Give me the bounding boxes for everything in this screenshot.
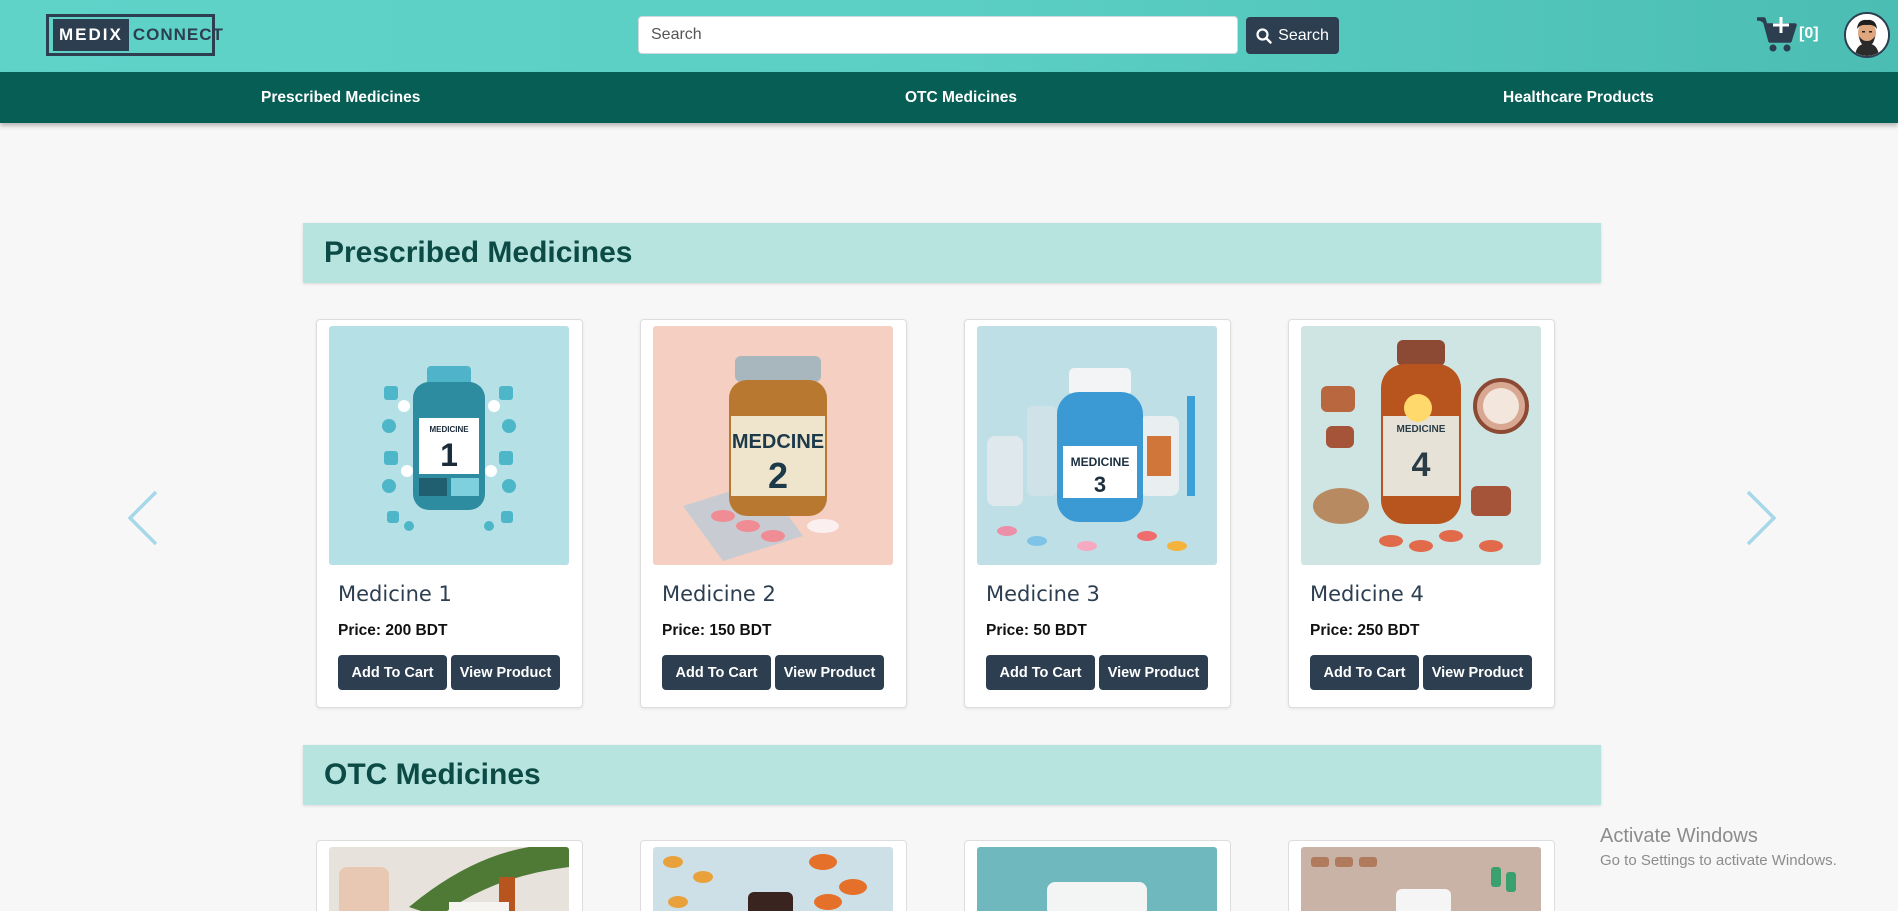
user-avatar[interactable] bbox=[1844, 12, 1890, 58]
product-image-label: MEDCINE bbox=[732, 431, 824, 453]
product-name[interactable]: Medicine 2 bbox=[662, 582, 776, 606]
product-image[interactable]: MEDICINE 3 bbox=[977, 326, 1217, 565]
product-image[interactable] bbox=[329, 847, 569, 911]
search-button[interactable]: Search bbox=[1246, 17, 1339, 54]
product-price: Price: 200 BDT bbox=[338, 622, 448, 639]
top-header: MEDIX CONNECT Search [0] bbox=[0, 0, 1898, 72]
logo-text-medix: MEDIX bbox=[53, 19, 129, 51]
search-button-label: Search bbox=[1278, 26, 1329, 44]
product-image-label: MEDICINE bbox=[1071, 455, 1130, 469]
add-to-cart-button[interactable]: Add To Cart bbox=[1310, 655, 1419, 690]
add-to-cart-button[interactable]: Add To Cart bbox=[986, 655, 1095, 690]
nav-item-healthcare-products[interactable]: Healthcare Products bbox=[1503, 72, 1654, 123]
product-image-label: MEDICINE bbox=[1397, 424, 1446, 435]
view-product-button[interactable]: View Product bbox=[1423, 655, 1532, 690]
search-input[interactable] bbox=[638, 16, 1238, 54]
product-image-number: 3 bbox=[1094, 472, 1106, 497]
view-product-button[interactable]: View Product bbox=[451, 655, 560, 690]
section-title-otc: OTC Medicines bbox=[303, 745, 1601, 805]
product-image[interactable]: MEDCINE 2 bbox=[653, 326, 893, 565]
product-card bbox=[640, 840, 907, 911]
add-to-cart-button[interactable]: Add To Cart bbox=[662, 655, 771, 690]
avatar-icon bbox=[1846, 14, 1888, 56]
carousel-prev-icon[interactable] bbox=[124, 488, 164, 548]
product-price: Price: 150 BDT bbox=[662, 622, 772, 639]
view-product-button[interactable]: View Product bbox=[775, 655, 884, 690]
product-card bbox=[1288, 840, 1555, 911]
watermark-title: Activate Windows bbox=[1600, 825, 1758, 847]
product-image[interactable] bbox=[977, 847, 1217, 911]
product-card: MEDICINE 3 Medicine 3 Price: 50 BDT Add … bbox=[964, 319, 1231, 708]
category-nav: Prescribed Medicines OTC Medicines Healt… bbox=[0, 72, 1898, 123]
product-price: Price: 50 BDT bbox=[986, 622, 1087, 639]
product-name[interactable]: Medicine 1 bbox=[338, 582, 452, 606]
product-image[interactable]: MEDICINE 4 bbox=[1301, 326, 1541, 565]
product-image[interactable] bbox=[1301, 847, 1541, 911]
watermark-subtitle: Go to Settings to activate Windows. bbox=[1600, 852, 1837, 869]
product-price: Price: 250 BDT bbox=[1310, 622, 1420, 639]
cart-button[interactable]: [0] bbox=[1755, 14, 1819, 54]
product-name[interactable]: Medicine 4 bbox=[1310, 582, 1424, 606]
add-to-cart-button[interactable]: Add To Cart bbox=[338, 655, 447, 690]
search-icon bbox=[1256, 27, 1272, 44]
product-image[interactable]: MEDICINE 1 bbox=[329, 326, 569, 565]
product-image[interactable] bbox=[653, 847, 893, 911]
product-name[interactable]: Medicine 3 bbox=[986, 582, 1100, 606]
product-image-number: 4 bbox=[1412, 446, 1431, 484]
product-image-number: 2 bbox=[768, 455, 788, 496]
logo-text-connect: CONNECT bbox=[132, 25, 224, 44]
product-card: MEDCINE 2 Medicine 2 Price: 150 BDT Add … bbox=[640, 319, 907, 708]
view-product-button[interactable]: View Product bbox=[1099, 655, 1208, 690]
product-card bbox=[316, 840, 583, 911]
product-card bbox=[964, 840, 1231, 911]
product-image-label: MEDICINE bbox=[429, 425, 469, 434]
windows-activation-watermark: Activate Windows Go to Settings to activ… bbox=[1600, 825, 1837, 869]
product-image-number: 1 bbox=[440, 437, 458, 473]
product-card: MEDICINE 4 Medicine 4 Price: 250 BDT Add… bbox=[1288, 319, 1555, 708]
cart-count: [0] bbox=[1799, 25, 1819, 42]
nav-item-otc-medicines[interactable]: OTC Medicines bbox=[905, 72, 1017, 123]
product-card: MEDICINE 1 Medicine 1 Price: 200 BDT Add… bbox=[316, 319, 583, 708]
cart-icon bbox=[1757, 17, 1797, 52]
site-logo[interactable]: MEDIX CONNECT bbox=[46, 14, 223, 56]
carousel-next-icon[interactable] bbox=[1740, 488, 1780, 548]
section-title-prescribed: Prescribed Medicines bbox=[303, 223, 1601, 283]
nav-item-prescribed-medicines[interactable]: Prescribed Medicines bbox=[261, 72, 420, 123]
